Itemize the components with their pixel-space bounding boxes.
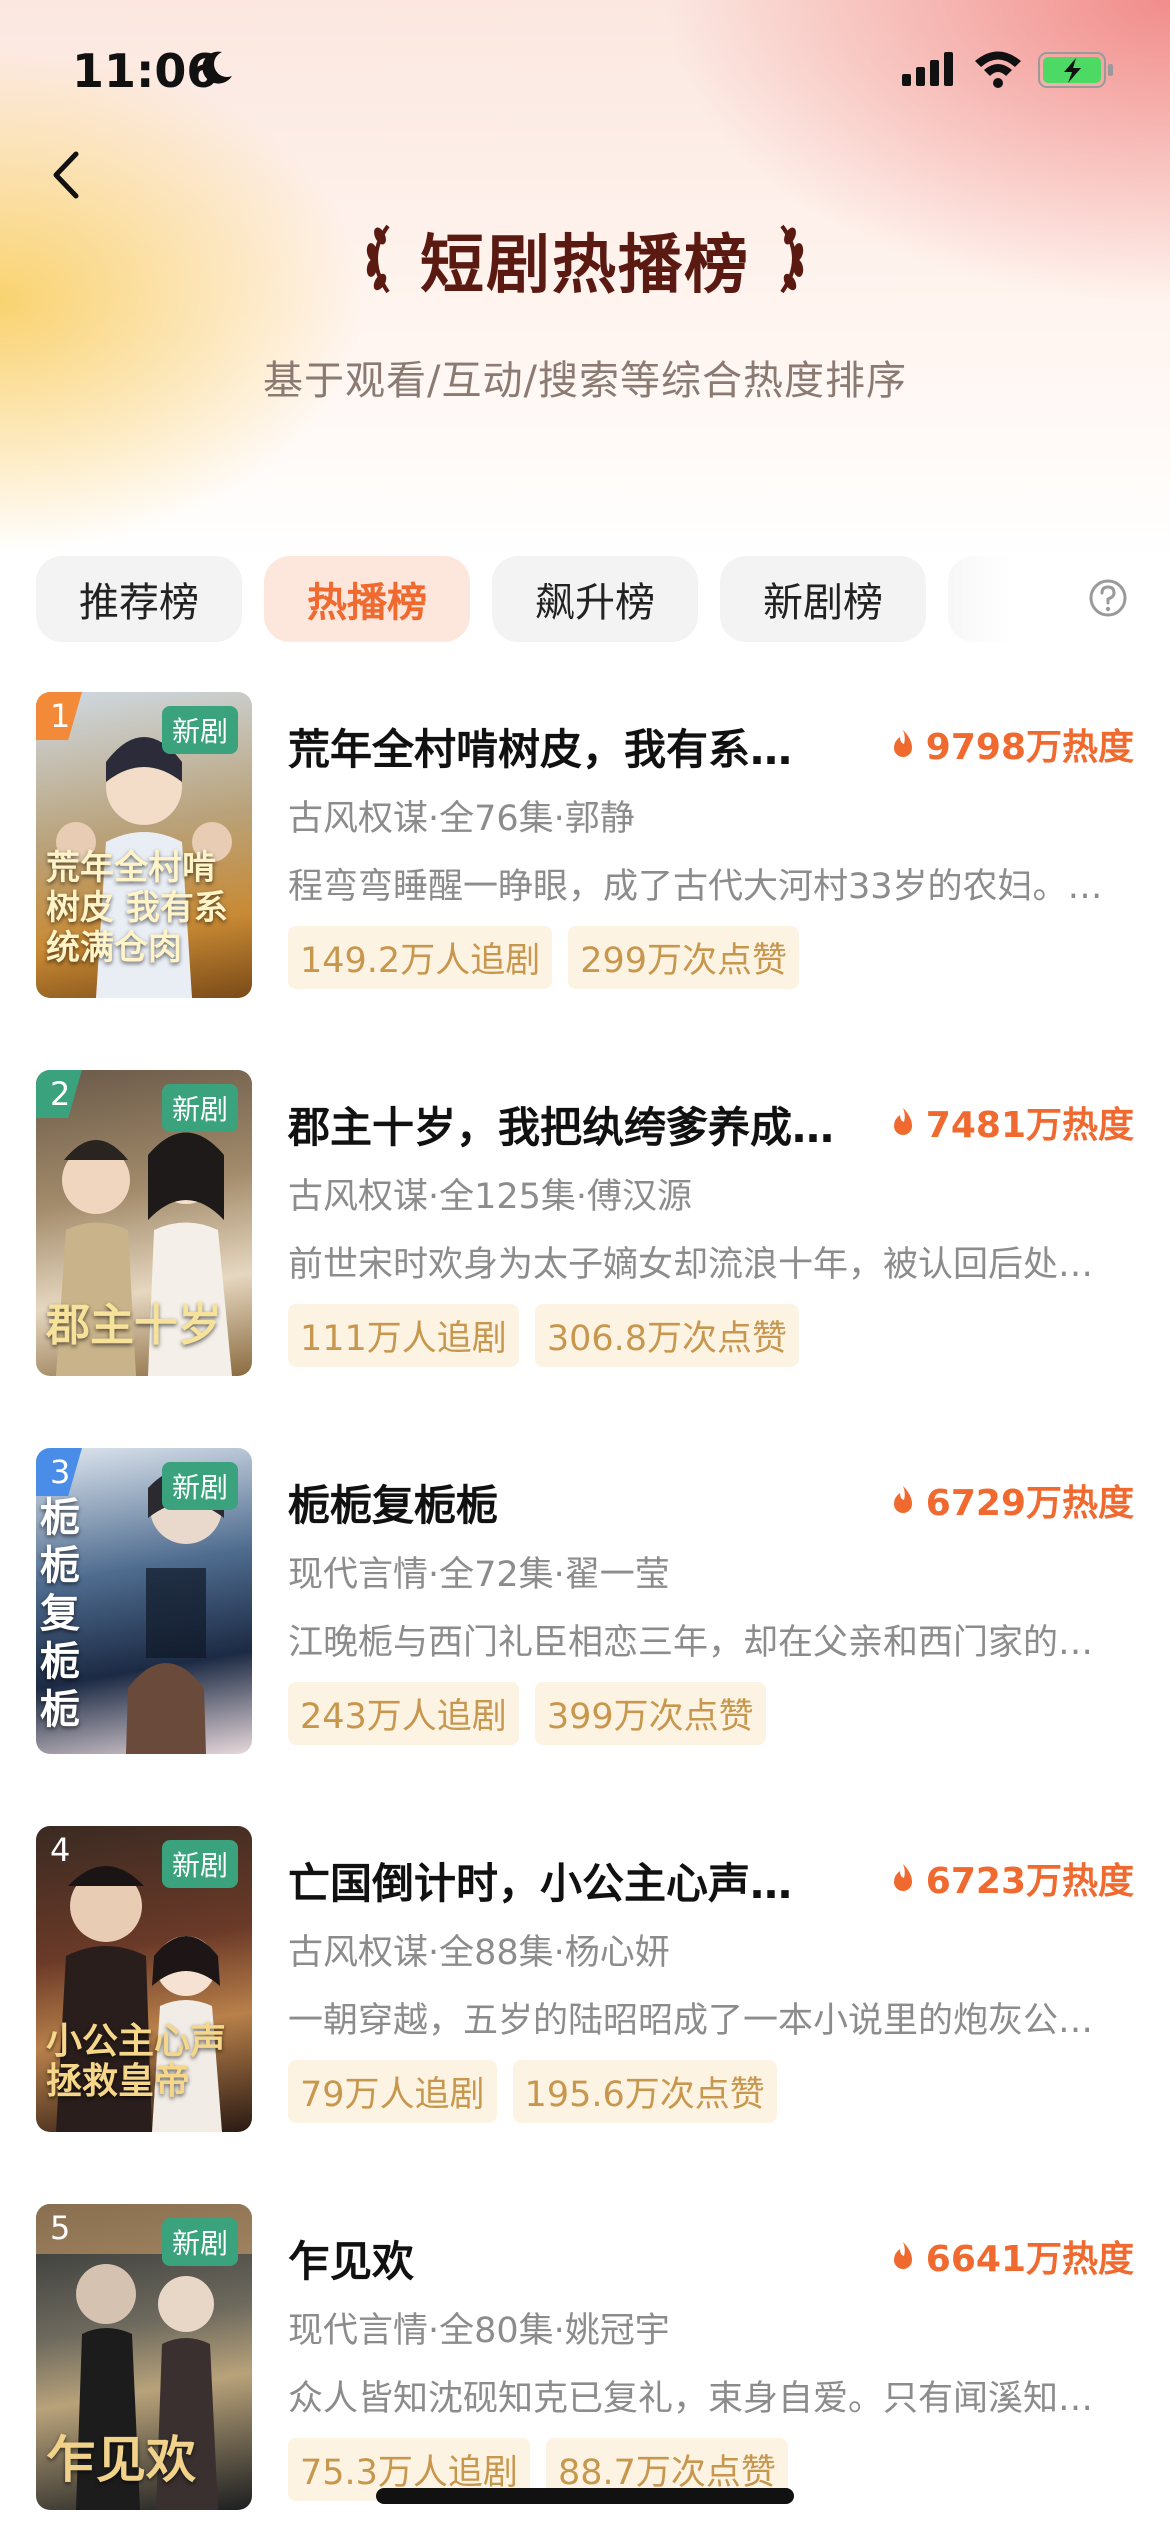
tab-recommended[interactable]: 推荐榜: [36, 556, 242, 642]
flame-icon: [893, 1864, 912, 1891]
drama-title[interactable]: 栀栀复栀栀: [288, 1472, 498, 1533]
list-item[interactable]: 小公主心声 拯救皇帝 4 新剧 亡国倒计时，小公主心声… 6723万热度 古风权…: [0, 1826, 1170, 2146]
drama-title[interactable]: 乍见欢: [288, 2228, 414, 2289]
help-icon[interactable]: [1088, 578, 1128, 618]
new-badge: 新剧: [161, 1084, 238, 1132]
cellular-signal-icon: [902, 52, 956, 90]
tab-new[interactable]: 新剧榜: [720, 556, 926, 642]
cover-title: 乍见欢: [46, 2431, 196, 2489]
cover-image: 小公主心声 拯救皇帝 4 新剧: [36, 1826, 252, 2132]
likes-tag: 299万次点赞: [568, 926, 800, 989]
flame-icon: [893, 1108, 912, 1135]
new-badge: 新剧: [161, 706, 238, 754]
list-item[interactable]: 栀栀复栀栀 3 新剧 栀栀复栀栀 6729万热度 现代言情·全72集·翟一莹 江…: [0, 1448, 1170, 1768]
likes-tag: 306.8万次点赞: [534, 1304, 800, 1367]
followers-tag: 243万人追剧: [288, 1682, 519, 1745]
page-title: 短剧热播榜: [420, 229, 750, 303]
heat-score: 7481万热度: [890, 1096, 1134, 1148]
cover-title: 荒年全村啃树皮 我有系统满仓肉: [46, 848, 228, 968]
stats-tags: 79万人追剧 195.6万次点赞: [288, 2060, 777, 2123]
drama-description: 程弯弯睡醒一睁眼，成了古代大河村33岁的农妇。…: [288, 867, 1103, 907]
new-badge: 新剧: [161, 1840, 238, 1888]
cover-image: 乍见欢 5 新剧: [36, 2204, 252, 2510]
drama-description: 前世宋时欢身为太子嫡女却流浪十年，被认回后处…: [288, 1245, 1094, 1285]
drama-title[interactable]: 郡主十岁，我把纨绔爹养成…: [288, 1094, 834, 1155]
drama-meta: 古风权谋·全125集·傅汉源: [288, 1177, 693, 1217]
cover-title: 郡主十岁: [46, 1300, 222, 1351]
new-badge: 新剧: [161, 2218, 238, 2266]
list-item[interactable]: 荒年全村啃树皮 我有系统满仓肉 1 新剧 荒年全村啃树皮，我有系… 9798万热…: [0, 692, 1170, 1012]
drama-description: 众人皆知沈砚知克已复礼，束身自爱。只有闻溪知…: [288, 2379, 1094, 2419]
heat-score: 9798万热度: [890, 718, 1134, 770]
drama-description: 一朝穿越，五岁的陆昭昭成了一本小说里的炮灰公…: [288, 2001, 1094, 2041]
heat-score: 6729万热度: [890, 1474, 1134, 1526]
flame-icon: [893, 1486, 912, 1513]
cover-title: 小公主心声 拯救皇帝: [46, 2021, 227, 2102]
heat-score: 6723万热度: [890, 1852, 1134, 1904]
followers-tag: 149.2万人追剧: [288, 926, 553, 989]
tab-rising[interactable]: 飙升榜: [492, 556, 698, 642]
flame-icon: [893, 730, 912, 757]
stats-tags: 111万人追剧 306.8万次点赞: [288, 1304, 800, 1367]
cover-title: 栀栀复栀栀: [40, 1495, 80, 1733]
stats-tags: 243万人追剧 399万次点赞: [288, 1682, 766, 1745]
new-badge: 新剧: [161, 1462, 238, 1510]
drama-meta: 现代言情·全72集·翟一莹: [288, 1555, 670, 1595]
tab-hot[interactable]: 热播榜: [264, 556, 470, 642]
drama-title[interactable]: 亡国倒计时，小公主心声…: [288, 1850, 792, 1911]
page-subtitle: 基于观看/互动/搜索等综合热度排序: [263, 358, 907, 404]
moon-icon: [196, 48, 236, 92]
tabs-fade: [920, 556, 1070, 642]
status-bar: 11:06: [0, 0, 1170, 140]
likes-tag: 399万次点赞: [534, 1682, 766, 1745]
back-button[interactable]: [44, 140, 94, 210]
cover-image: 郡主十岁 2 新剧: [36, 1070, 252, 1376]
flame-icon: [893, 2242, 912, 2269]
home-indicator[interactable]: [376, 2488, 794, 2504]
followers-tag: 111万人追剧: [288, 1304, 519, 1367]
stats-tags: 149.2万人追剧 299万次点赞: [288, 926, 800, 989]
wifi-icon: [973, 48, 1023, 92]
cover-image: 栀栀复栀栀 3 新剧: [36, 1448, 252, 1754]
drama-title[interactable]: 荒年全村啃树皮，我有系…: [288, 716, 792, 777]
followers-tag: 79万人追剧: [288, 2060, 497, 2123]
drama-meta: 古风权谋·全76集·郭静: [288, 799, 635, 839]
drama-meta: 古风权谋·全88集·杨心妍: [288, 1933, 670, 1973]
laurel-left-icon: [358, 218, 398, 302]
cover-image: 荒年全村啃树皮 我有系统满仓肉 1 新剧: [36, 692, 252, 998]
heat-score: 6641万热度: [890, 2230, 1134, 2282]
drama-description: 江晚栀与西门礼臣相恋三年，却在父亲和西门家的…: [288, 1623, 1094, 1663]
list-item[interactable]: 乍见欢 5 新剧 乍见欢 6641万热度 现代言情·全80集·姚冠宇 众人皆知沈…: [0, 2204, 1170, 2524]
battery-charging-icon: [1038, 52, 1116, 92]
laurel-right-icon: [772, 218, 812, 302]
likes-tag: 195.6万次点赞: [512, 2060, 777, 2123]
page-title-row: 短剧热播榜: [0, 215, 1170, 305]
list-item[interactable]: 郡主十岁 2 新剧 郡主十岁，我把纨绔爹养成… 7481万热度 古风权谋·全12…: [0, 1070, 1170, 1390]
ranking-tabs: 推荐榜 热播榜 飙升榜 新剧榜 热: [36, 556, 1036, 642]
drama-meta: 现代言情·全80集·姚冠宇: [288, 2311, 670, 2351]
